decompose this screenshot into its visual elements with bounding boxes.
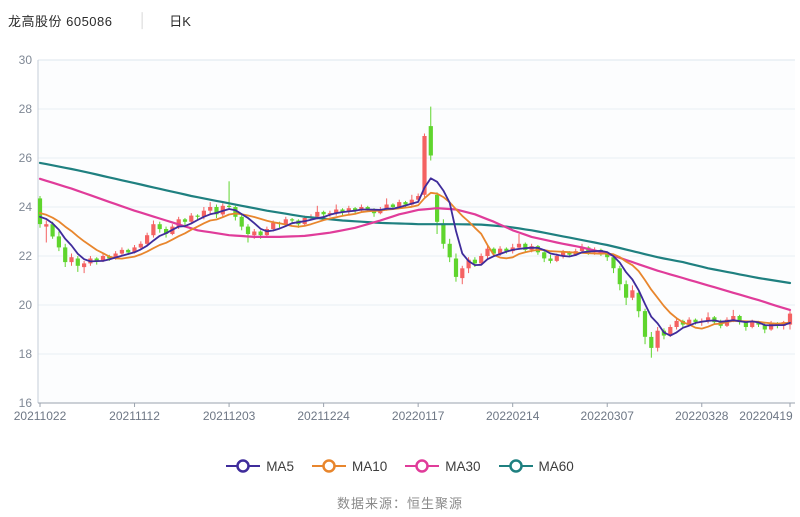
candle-body xyxy=(517,244,521,248)
candle-body xyxy=(82,263,86,267)
candle-body xyxy=(485,249,489,256)
candle-body xyxy=(548,259,552,261)
legend-item-ma60[interactable]: MA60 xyxy=(499,458,574,474)
ma60-marker-icon xyxy=(499,458,533,474)
legend-item-ma30[interactable]: MA30 xyxy=(405,458,480,474)
legend-label: MA60 xyxy=(539,459,574,474)
candle-body xyxy=(151,224,155,235)
candle-body xyxy=(208,207,212,211)
period-label[interactable]: 日K xyxy=(169,11,191,30)
candle-body xyxy=(731,316,735,320)
kline-page: 龙高股份 605086 │ 日K 16 18 20 22 24 26 28 30 2021102… xyxy=(0,0,800,517)
candle-body xyxy=(271,223,275,229)
x-axis-label: 20220307 xyxy=(581,409,635,423)
candle-body xyxy=(618,268,622,284)
candle-body xyxy=(290,219,294,220)
legend-item-ma5[interactable]: MA5 xyxy=(226,458,294,474)
candle-body xyxy=(473,260,477,264)
ma30-marker-icon xyxy=(405,458,439,474)
y-axis-label: 18 xyxy=(19,347,33,361)
candle-body xyxy=(542,252,546,258)
ma5-marker-icon xyxy=(226,458,260,474)
candle-body xyxy=(656,331,660,348)
y-axis-label: 26 xyxy=(19,151,33,165)
candle-body xyxy=(76,259,80,266)
candle-body xyxy=(675,321,679,327)
candle-body xyxy=(120,250,124,254)
candle-body xyxy=(246,227,250,234)
data-source: 数据来源：恒生聚源 xyxy=(0,493,800,512)
candle-body xyxy=(183,219,187,222)
candle-body xyxy=(69,257,73,262)
candle-body xyxy=(630,290,634,297)
x-axis-label: 20211203 xyxy=(203,409,256,423)
candle-body xyxy=(240,217,244,227)
candle-body xyxy=(322,212,326,214)
candle-body xyxy=(139,244,143,248)
candle-body xyxy=(769,323,773,329)
x-axis-label: 20211022 xyxy=(14,409,67,423)
x-axis-label: 20220214 xyxy=(486,409,540,423)
x-axis-label: 20211224 xyxy=(297,409,350,423)
y-axis-label: 24 xyxy=(19,200,33,214)
candle-body xyxy=(44,224,48,226)
candle-body xyxy=(454,259,458,277)
candle-body xyxy=(448,244,452,257)
candle-body xyxy=(189,216,193,222)
candle-body xyxy=(643,311,647,337)
ma10-marker-icon xyxy=(312,458,346,474)
candle-body xyxy=(460,268,464,278)
kline-chart[interactable]: 16 18 20 22 24 26 28 30 20211022 20211112 20211203… xyxy=(0,34,800,426)
candle-body xyxy=(57,236,61,247)
candle-body xyxy=(63,247,67,262)
y-axis-label: 30 xyxy=(19,53,33,67)
x-axis-label: 20220117 xyxy=(392,409,445,423)
legend-item-ma10[interactable]: MA10 xyxy=(312,458,387,474)
candle-body xyxy=(38,198,42,224)
candle-body xyxy=(252,232,256,236)
candle-body xyxy=(624,284,628,298)
candle-body xyxy=(555,256,559,261)
legend-label: MA30 xyxy=(445,459,480,474)
candle-body xyxy=(315,212,319,217)
y-axis-label: 22 xyxy=(19,249,33,263)
ma-legend: MA5 MA10 MA30 MA60 xyxy=(0,458,800,474)
candle-body xyxy=(158,224,162,229)
candle-body xyxy=(196,216,200,217)
y-axis-label: 28 xyxy=(19,102,33,116)
x-axis-label: 20211112 xyxy=(109,409,160,423)
title-divider: │ xyxy=(139,12,148,28)
y-axis-label: 16 xyxy=(19,396,33,410)
candle-body xyxy=(750,322,754,327)
candle-body xyxy=(429,126,433,155)
chart-header: 龙高股份 605086 │ 日K xyxy=(8,8,191,32)
candle-body xyxy=(145,235,149,244)
legend-label: MA10 xyxy=(352,459,387,474)
candle-body xyxy=(391,205,395,208)
x-axis-label: 20220419 xyxy=(739,409,793,423)
candle[interactable] xyxy=(38,196,42,228)
candle-body xyxy=(441,224,445,244)
candle-body xyxy=(126,250,130,253)
y-axis-label: 20 xyxy=(19,298,33,312)
legend-label: MA5 xyxy=(266,459,294,474)
candle-body xyxy=(649,337,653,348)
x-axis-label: 20220328 xyxy=(675,409,729,423)
candle-body xyxy=(227,206,231,207)
candle-body xyxy=(259,232,263,236)
stock-title: 龙高股份 605086 xyxy=(8,11,113,30)
